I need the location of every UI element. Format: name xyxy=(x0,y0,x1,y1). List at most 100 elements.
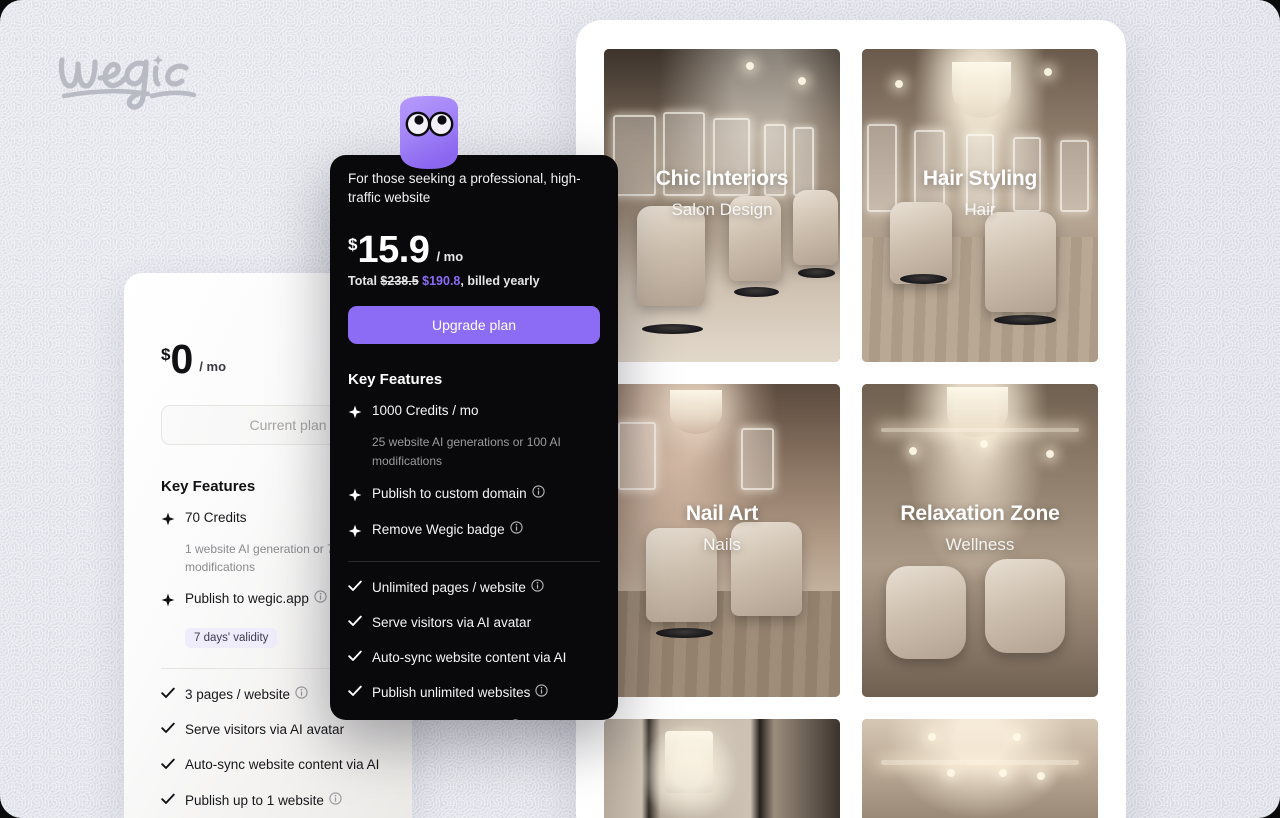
wegic-mascot[interactable] xyxy=(393,93,465,171)
pro-plan-checked-features: Unlimited pages / website Serve visitors… xyxy=(348,578,618,720)
feature-item: Publish to custom domain xyxy=(348,484,618,507)
info-icon[interactable] xyxy=(509,520,523,539)
pro-plan-highlight-features: 1000 Credits / mo 25 website AI generati… xyxy=(348,402,618,542)
tile-caption xyxy=(604,770,840,779)
preview-tile[interactable]: Chic Interiors Salon Design xyxy=(604,49,840,362)
info-icon[interactable] xyxy=(509,719,522,720)
feature-label: Serve visitors via AI avatar xyxy=(372,614,532,630)
feature-label-text: Unlimited pages / website xyxy=(372,579,526,595)
feature-item: Serve visitors via AI avatar xyxy=(348,614,618,632)
feature-item: Remove Wegic badge xyxy=(348,520,618,543)
feature-item: Unlimited visitors / mo xyxy=(348,719,618,720)
check-icon xyxy=(348,614,362,632)
feature-label: Publish up to 1 website xyxy=(185,792,342,810)
pro-plan-amount: 15.9 xyxy=(357,229,430,272)
tile-title: Chic Interiors xyxy=(655,166,789,190)
feature-item: 1000 Credits / mo 25 website AI generati… xyxy=(348,402,618,470)
info-icon[interactable] xyxy=(314,590,327,608)
check-icon xyxy=(348,579,362,597)
sparkle-icon xyxy=(348,524,362,543)
tile-title: Nail Art xyxy=(685,501,759,525)
preview-tile[interactable]: Nail Art Nails xyxy=(604,384,840,697)
info-icon[interactable] xyxy=(531,484,545,503)
preview-tile[interactable] xyxy=(862,719,1098,818)
check-icon xyxy=(161,686,175,704)
screenshot-root: Chic Interiors Salon Design Hair Styling… xyxy=(0,0,1280,818)
feature-label: Publish to custom domain xyxy=(372,484,545,503)
free-plan-currency: $ xyxy=(161,345,171,364)
tile-title: Hair Styling xyxy=(922,166,1038,190)
website-preview-panel: Chic Interiors Salon Design Hair Styling… xyxy=(576,20,1126,818)
total-suffix: , billed yearly xyxy=(460,274,540,289)
preview-tile[interactable]: Hair Styling Hair xyxy=(862,49,1098,362)
validity-badge: 7 days' validity xyxy=(185,628,278,648)
feature-label-text: Publish to custom domain xyxy=(372,485,527,501)
total-prefix: Total xyxy=(348,274,377,289)
feature-item: Serve visitors via AI avatar xyxy=(161,721,412,739)
preview-tile[interactable] xyxy=(604,719,840,818)
feature-label: Unlimited pages / website xyxy=(372,578,544,597)
tile-caption: Chic Interiors Salon Design xyxy=(604,166,840,220)
feature-item: Publish unlimited websites xyxy=(348,684,618,702)
sparkle-icon xyxy=(161,512,175,531)
salon-photo xyxy=(862,719,1098,818)
pro-plan-card: For those seeking a professional, high-t… xyxy=(330,155,618,720)
tile-caption: Nail Art Nails xyxy=(604,501,840,555)
info-icon[interactable] xyxy=(531,578,544,597)
pro-plan-divider xyxy=(348,560,600,562)
check-icon xyxy=(348,684,362,702)
feature-note: 25 website AI generations or 100 AI modi… xyxy=(372,435,561,468)
mascot-icon xyxy=(400,96,458,169)
feature-label-text: 3 pages / website xyxy=(185,687,291,702)
total-original-price: $238.5 xyxy=(380,274,419,289)
tile-subtitle: Nails xyxy=(703,535,741,555)
feature-label: Serve visitors via AI avatar xyxy=(185,722,345,738)
feature-label-text: Publish to wegic.app xyxy=(185,591,309,606)
info-icon[interactable] xyxy=(295,686,308,704)
feature-label: Unlimited visitors / mo xyxy=(372,719,522,720)
feature-label: Auto-sync website content via AI xyxy=(372,649,567,665)
tile-caption: Relaxation Zone Wellness xyxy=(862,501,1098,555)
pro-plan-total-line: Total $238.5 $190.8, billed yearly xyxy=(348,274,618,288)
wegic-logo xyxy=(48,44,208,114)
salon-photo xyxy=(604,719,840,818)
feature-label: 3 pages / website xyxy=(185,686,308,704)
tile-subtitle: Hair xyxy=(964,200,996,220)
feature-label: Publish unlimited websites xyxy=(372,684,548,702)
tile-subtitle: Wellness xyxy=(945,535,1015,555)
info-icon[interactable] xyxy=(535,684,548,702)
free-plan-amount: 0 xyxy=(170,336,193,382)
preview-tile[interactable]: Relaxation Zone Wellness xyxy=(862,384,1098,697)
tile-caption: Hair Styling Hair xyxy=(862,166,1098,220)
feature-item: Auto-sync website content via AI xyxy=(161,756,412,774)
feature-item: Unlimited pages / website xyxy=(348,578,618,597)
info-icon[interactable] xyxy=(329,792,342,810)
pro-plan-description: For those seeking a professional, high-t… xyxy=(348,171,581,206)
sparkle-icon xyxy=(348,488,362,507)
preview-tile-grid: Chic Interiors Salon Design Hair Styling… xyxy=(604,49,1098,818)
pro-plan-price: $ 15.9 / mo xyxy=(348,231,618,269)
upgrade-plan-button[interactable]: Upgrade plan xyxy=(348,306,600,345)
tile-subtitle: Salon Design xyxy=(671,200,773,220)
feature-item: Auto-sync website content via AI xyxy=(348,649,618,667)
free-plan-period: / mo xyxy=(199,359,227,374)
check-icon xyxy=(161,792,175,810)
feature-item: Publish up to 1 website xyxy=(161,792,412,810)
check-icon xyxy=(161,757,175,775)
pro-plan-currency: $ xyxy=(348,235,358,255)
tile-title: Relaxation Zone xyxy=(900,501,1060,525)
feature-label: 1000 Credits / mo xyxy=(372,403,479,419)
feature-label: 70 Credits xyxy=(185,510,247,525)
feature-label: Publish to wegic.app xyxy=(185,590,327,608)
check-icon xyxy=(348,649,362,667)
check-icon xyxy=(348,719,362,720)
feature-label-text: Remove Wegic badge xyxy=(372,521,505,537)
feature-label: Auto-sync website content via AI xyxy=(185,757,380,773)
sparkle-icon xyxy=(161,593,175,612)
tile-caption xyxy=(862,770,1098,779)
feature-label-text: Publish unlimited websites xyxy=(372,685,531,701)
feature-label-text: Publish up to 1 website xyxy=(185,792,324,808)
pro-plan-features-title: Key Features xyxy=(348,371,443,389)
feature-label-text: Unlimited visitors / mo xyxy=(372,719,504,720)
check-icon xyxy=(161,721,175,739)
